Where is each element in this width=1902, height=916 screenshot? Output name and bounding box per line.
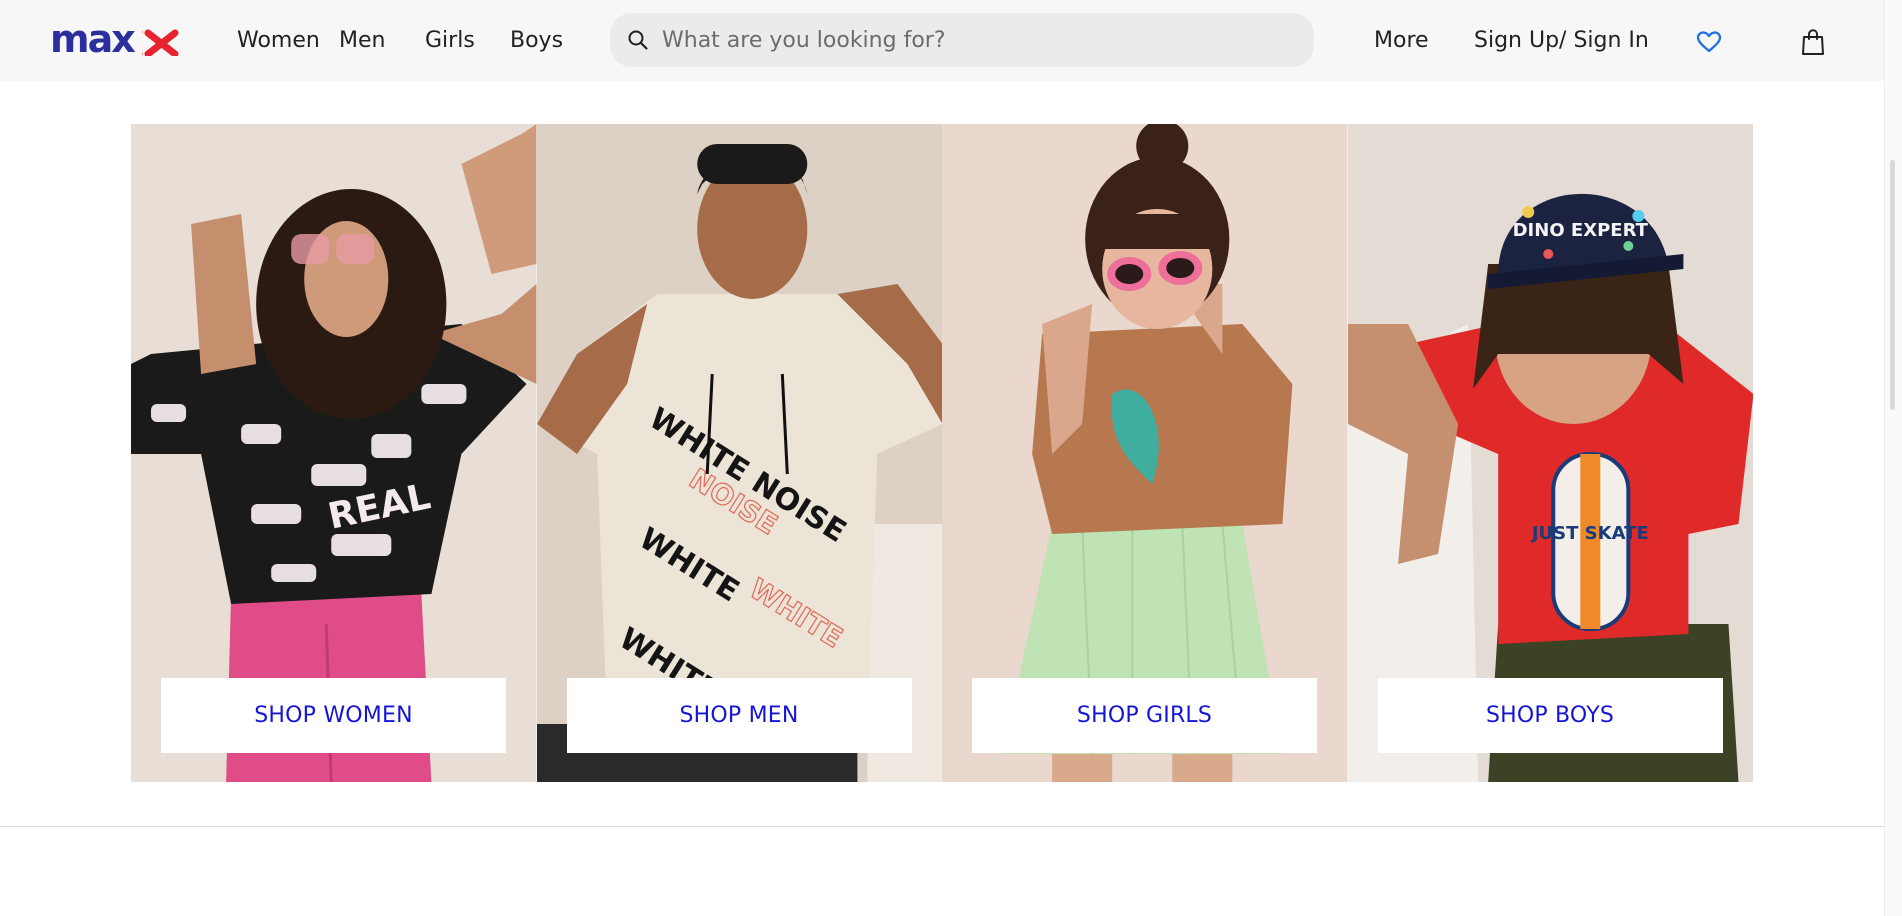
scrollbar-thumb[interactable] bbox=[1890, 160, 1895, 410]
page-scrollbar[interactable] bbox=[1884, 0, 1902, 916]
tile-girls[interactable]: SHOP GIRLS bbox=[942, 124, 1348, 782]
sign-in-link[interactable]: Sign Up/ Sign In bbox=[1474, 27, 1649, 55]
tile-men[interactable]: WHITE NOISE WHITE WHITE NOISE WHITE SHOP… bbox=[536, 124, 942, 782]
nav-men[interactable]: Men bbox=[339, 27, 385, 55]
cap-print-text: DINO EXPERT bbox=[1512, 220, 1648, 241]
shop-men-button[interactable]: SHOP MEN bbox=[566, 678, 912, 753]
shop-boys-button[interactable]: SHOP BOYS bbox=[1377, 678, 1723, 753]
nav-women[interactable]: Women bbox=[237, 27, 320, 55]
logo-text: max bbox=[50, 22, 135, 56]
tile-boys[interactable]: JUST SKATE DINO EXPERT SHOP BOYS bbox=[1347, 124, 1753, 782]
category-tiles: REAL SHOP WOMEN WHITE NOISE WHITE WHITE … bbox=[131, 124, 1753, 782]
max-logo[interactable]: max bbox=[50, 17, 180, 61]
search-bar[interactable] bbox=[610, 13, 1314, 67]
search-input[interactable] bbox=[662, 21, 1282, 59]
section-divider bbox=[0, 826, 1884, 827]
tile-women[interactable]: REAL SHOP WOMEN bbox=[131, 124, 537, 782]
nav-girls[interactable]: Girls bbox=[425, 27, 475, 55]
shop-girls-button[interactable]: SHOP GIRLS bbox=[972, 678, 1317, 753]
tee-print-text: JUST SKATE bbox=[1529, 523, 1648, 544]
search-icon[interactable] bbox=[627, 29, 649, 51]
shop-women-button[interactable]: SHOP WOMEN bbox=[161, 678, 506, 753]
site-header: max Women Men Girls Boys More Sign Up/ S… bbox=[0, 0, 1902, 81]
heart-icon[interactable] bbox=[1696, 30, 1722, 54]
nav-boys[interactable]: Boys bbox=[510, 27, 563, 55]
shopping-bag-icon[interactable] bbox=[1801, 28, 1825, 56]
nav-more[interactable]: More bbox=[1374, 27, 1429, 55]
